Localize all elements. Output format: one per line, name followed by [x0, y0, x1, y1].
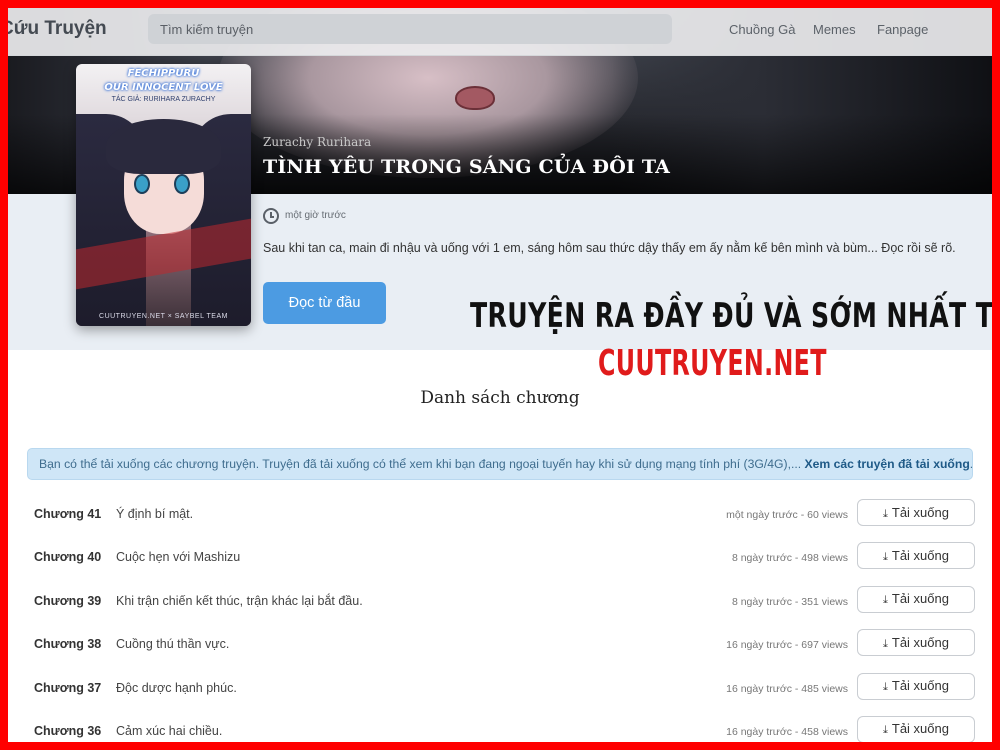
manga-description: Sau khi tan ca, main đi nhậu và uống với…: [263, 241, 956, 255]
download-icon: ⤓: [883, 594, 888, 607]
chapter-number: Chương 36: [34, 723, 102, 738]
chapter-meta: 16 ngày trước - 485 views: [726, 682, 848, 695]
chapter-title: Độc dược hạnh phúc.: [116, 680, 237, 695]
chapter-row[interactable]: Chương 36 Cảm xúc hai chiều. 16 ngày trư…: [8, 710, 992, 742]
manga-author[interactable]: Zurachy Rurihara: [263, 135, 371, 149]
download-button[interactable]: ⤓ Tải xuống: [857, 629, 975, 657]
chapter-title: Khi trận chiến kết thúc, trận khác lại b…: [116, 593, 363, 608]
chapter-title: Cuộc hẹn với Mashizu: [116, 550, 241, 565]
download-icon: ⤓: [883, 681, 888, 694]
cover-author: TÁC GIẢ: RURIHARA ZURACHY: [111, 96, 216, 103]
chapter-row[interactable]: Chương 37 Độc dược hạnh phúc. 16 ngày tr…: [8, 667, 992, 710]
download-icon: ⤓: [883, 724, 888, 737]
nav-link-memes[interactable]: Memes: [813, 22, 856, 37]
download-button[interactable]: ⤓ Tải xuống: [857, 672, 975, 700]
chapter-number: Chương 38: [34, 637, 102, 652]
manga-title: TÌNH YÊU TRONG SÁNG CỦA ĐÔI TA: [263, 156, 671, 178]
chapter-list: Chương 41 Ý định bí mật. một ngày trước …: [8, 493, 992, 742]
chapter-number: Chương 39: [34, 593, 102, 608]
clock-icon: [263, 208, 279, 224]
manga-cover[interactable]: FECHIPPURU OUR INNOCENT LOVE TÁC GIẢ: RU…: [76, 64, 251, 326]
chapter-title: Ý định bí mật.: [116, 507, 194, 521]
view-downloads-link[interactable]: Xem các truyện đã tải xuống: [805, 457, 970, 471]
chapter-meta: 16 ngày trước - 697 views: [726, 639, 848, 652]
chapter-list-heading: Danh sách chương: [420, 388, 580, 408]
chapter-row[interactable]: Chương 40 Cuộc hẹn với Mashizu 8 ngày tr…: [8, 536, 992, 579]
chapter-row[interactable]: Chương 38 Cuồng thú thần vực. 16 ngày tr…: [8, 623, 992, 666]
chapter-meta: 8 ngày trước - 498 views: [731, 552, 848, 565]
download-button[interactable]: ⤓ Tải xuống: [857, 499, 975, 526]
page-frame: Cứu Truyện Chuồng Gà Memes Fanpage FECHI…: [8, 8, 992, 742]
chapter-title: Cảm xúc hai chiều.: [116, 723, 223, 738]
chapter-meta: 8 ngày trước - 351 views: [731, 595, 848, 608]
chapter-number: Chương 40: [34, 550, 102, 565]
chapter-meta: 16 ngày trước - 458 views: [726, 725, 848, 738]
site-logo[interactable]: Cứu Truyện: [8, 18, 107, 40]
nav-link-chuong-ga[interactable]: Chuồng Gà: [729, 22, 796, 37]
download-icon: ⤓: [883, 550, 888, 563]
download-button[interactable]: ⤓ Tải xuống: [857, 585, 975, 613]
navbar: Cứu Truyện Chuồng Gà Memes Fanpage: [8, 8, 992, 56]
cover-footer: CUUTRUYEN.NET × SAYBEL TEAM: [99, 313, 228, 320]
search-input[interactable]: [148, 14, 672, 44]
download-button[interactable]: ⤓ Tải xuống: [857, 542, 975, 570]
chapter-meta: một ngày trước - 60 views: [726, 509, 848, 521]
chapter-number: Chương 41: [34, 507, 102, 521]
read-from-start-button[interactable]: Đọc từ đầu: [263, 282, 386, 324]
download-button[interactable]: ⤓ Tải xuống: [857, 715, 975, 742]
nav-link-fanpage[interactable]: Fanpage: [877, 22, 928, 37]
chapter-row[interactable]: Chương 39 Khi trận chiến kết thúc, trận …: [8, 580, 992, 623]
chapter-row[interactable]: Chương 41 Ý định bí mật. một ngày trước …: [8, 493, 992, 536]
cover-subtitle: OUR INNOCENT LOVE: [104, 82, 223, 93]
cover-title: FECHIPPURU: [127, 68, 200, 79]
chapter-title: Cuồng thú thần vực.: [116, 637, 230, 652]
download-icon: ⤓: [883, 507, 888, 520]
download-icon: ⤓: [883, 637, 888, 650]
chapter-number: Chương 37: [34, 680, 102, 695]
promo-text: TRUYỆN RA ĐẦY ĐỦ VÀ SỚM NHẤT TẠI:: [470, 296, 992, 336]
download-info-alert: Bạn có thể tải xuống các chương truyện. …: [27, 448, 973, 480]
promo-site: CUUTRUYEN.NET: [598, 343, 827, 384]
